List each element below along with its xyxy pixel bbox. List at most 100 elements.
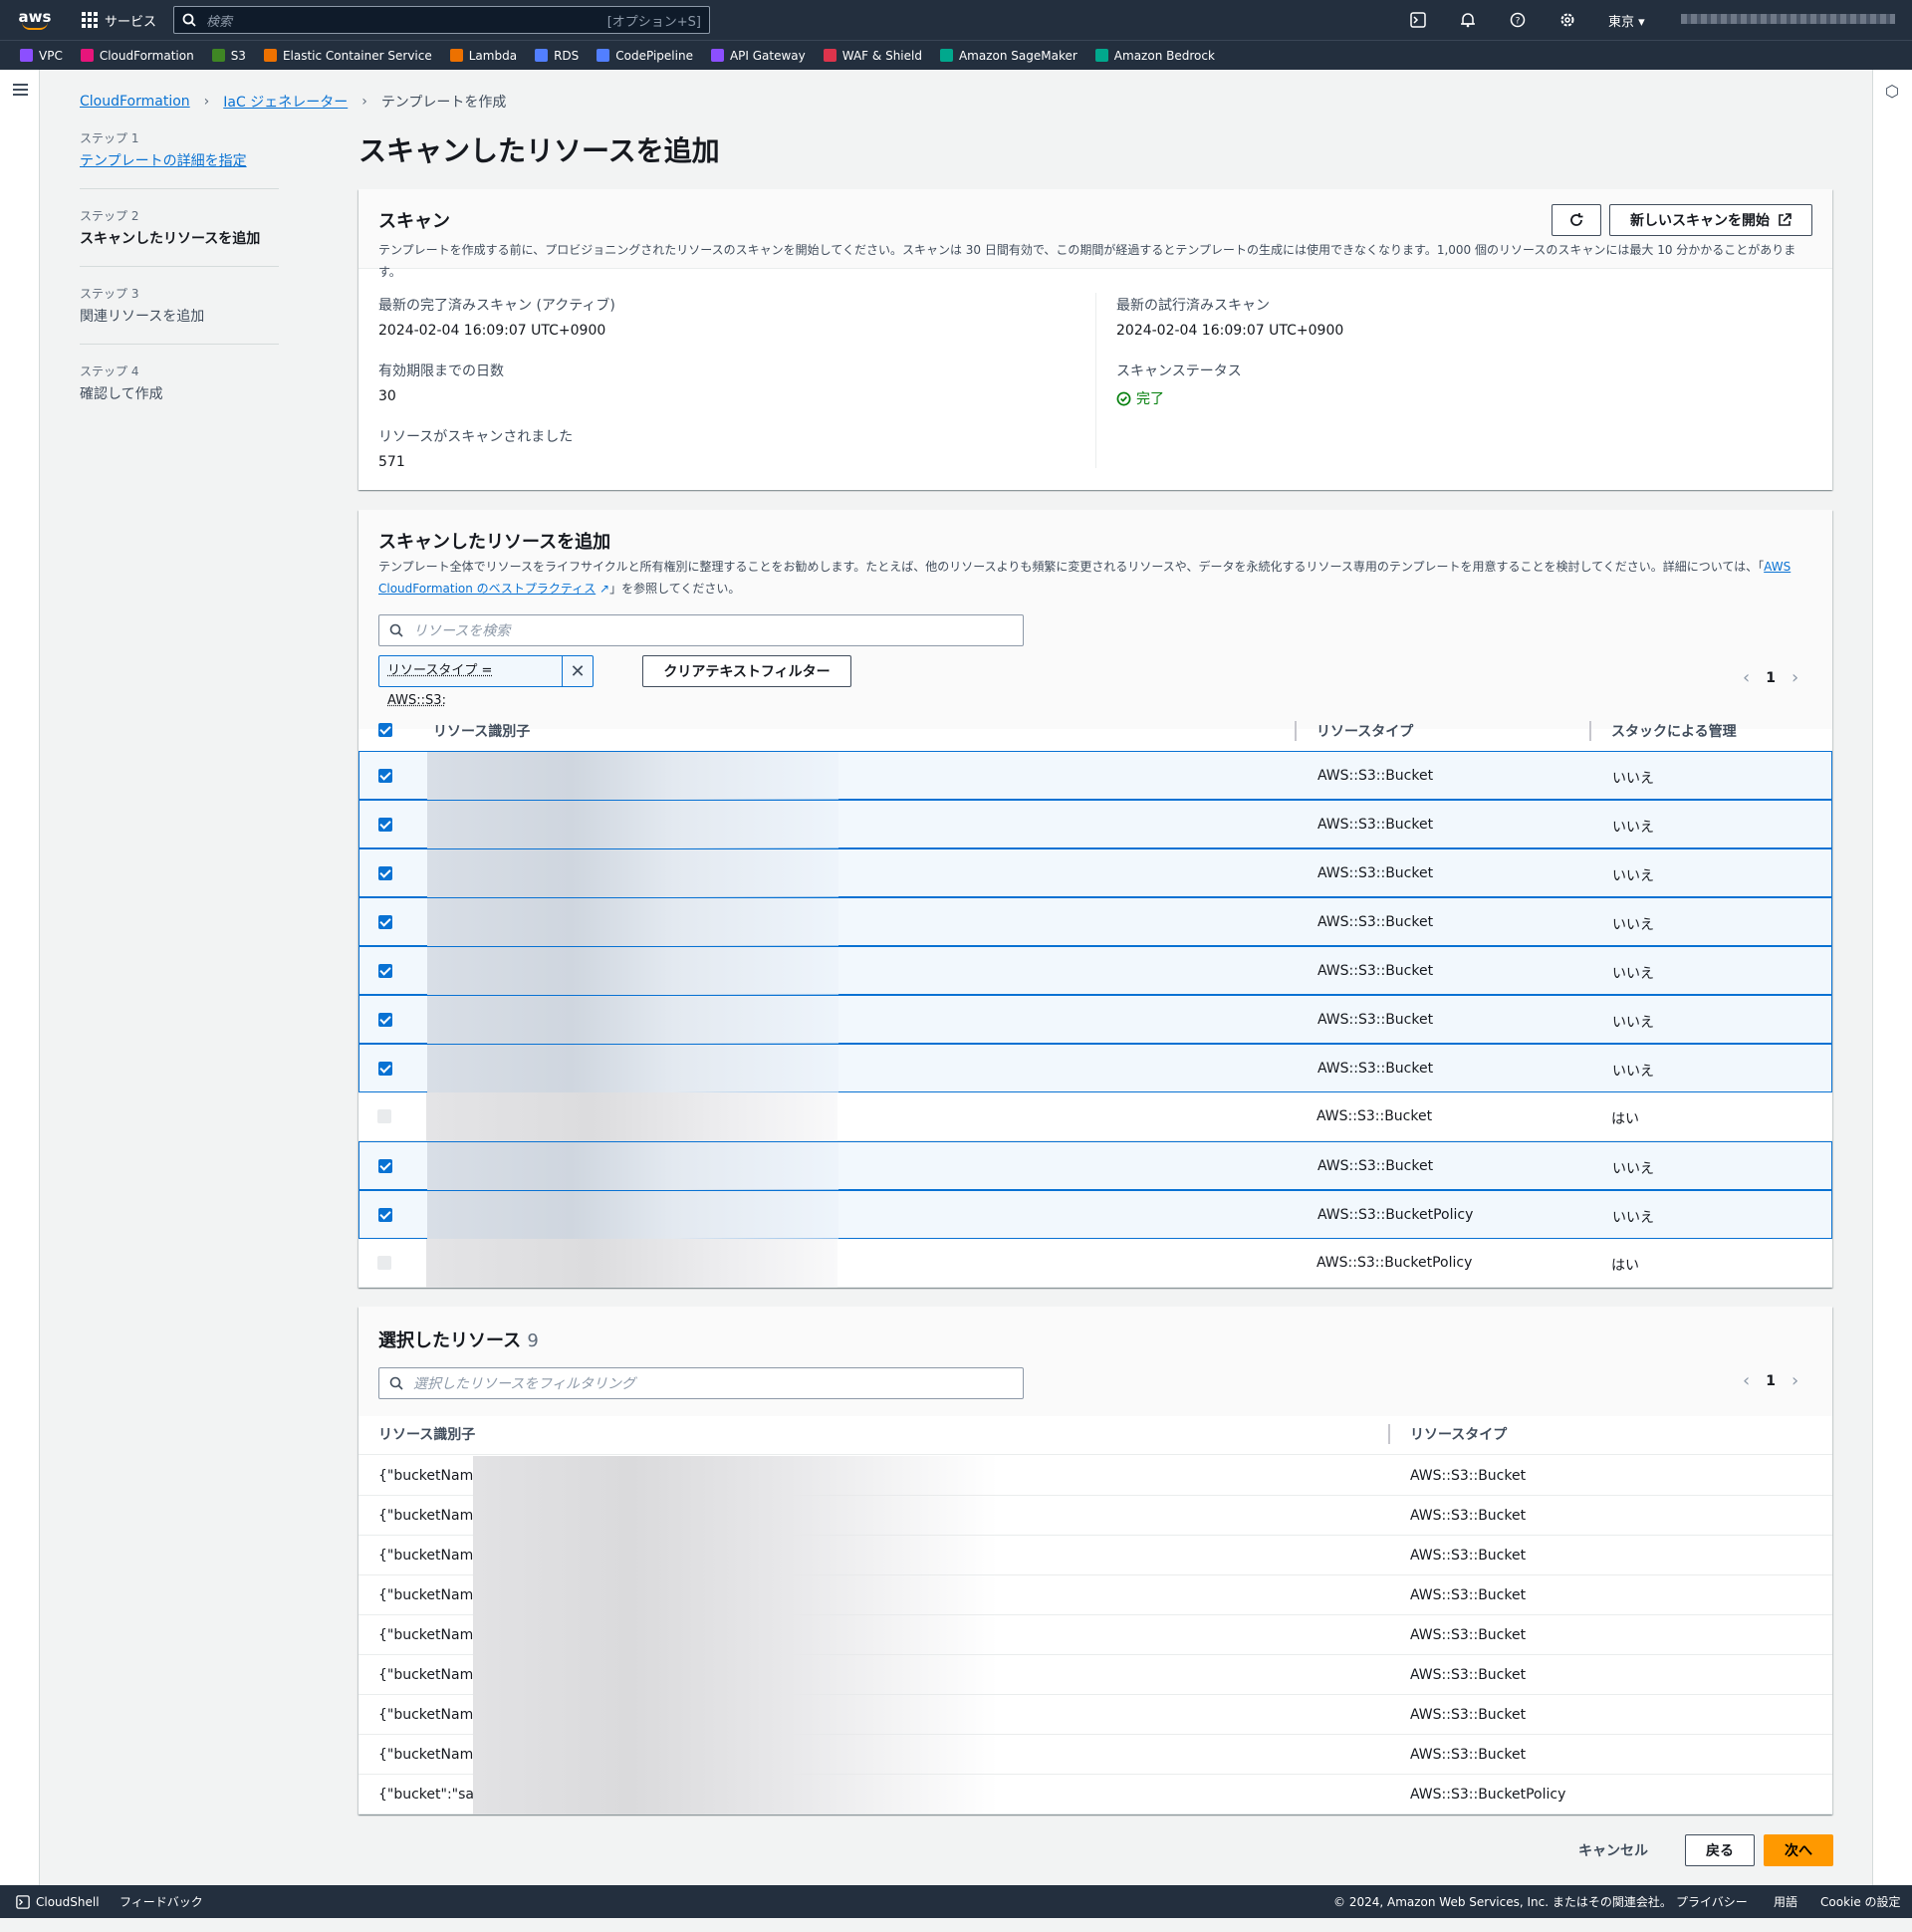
table-row[interactable]: AWS::S3::Bucket いいえ (358, 946, 1832, 996)
table-row[interactable]: AWS::S3::Bucket いいえ (358, 751, 1832, 801)
column-header[interactable]: リソースタイプ (1316, 721, 1413, 741)
favorite-amazon-bedrock[interactable]: Amazon Bedrock (1094, 49, 1215, 63)
services-menu[interactable]: サービス (82, 11, 156, 30)
column-header[interactable]: スタックによる管理 (1611, 721, 1737, 741)
menu-icon[interactable] (13, 84, 28, 99)
row-checkbox[interactable] (378, 769, 392, 783)
resource-search-input[interactable]: リソースを検索 (378, 614, 1024, 646)
breadcrumb: CloudFormation › IaC ジェネレーター › テンプレートを作成 (80, 92, 506, 112)
selected-filter-input[interactable]: 選択したリソースをフィルタリング (378, 1367, 1024, 1399)
table-row[interactable]: AWS::S3::Bucket いいえ (358, 897, 1832, 947)
column-header[interactable]: リソース識別子 (378, 1424, 475, 1444)
help-icon[interactable]: ? (1508, 10, 1528, 30)
right-rail: ⬡ (1872, 70, 1912, 1885)
favorite-label: API Gateway (729, 48, 806, 63)
table-row[interactable]: AWS::S3::Bucket いいえ (358, 995, 1832, 1045)
row-checkbox[interactable] (378, 915, 392, 929)
search-placeholder: リソースを検索 (413, 623, 511, 639)
table-row[interactable]: AWS::S3::Bucket いいえ (358, 1044, 1832, 1093)
redacted-identifier (473, 1735, 998, 1775)
next-button[interactable]: 次へ (1764, 1834, 1833, 1866)
privacy-link[interactable]: プライバシー (1676, 1893, 1748, 1910)
redacted-identifier (473, 1456, 998, 1496)
favorite-api-gateway[interactable]: API Gateway (710, 48, 806, 63)
chevron-right-icon[interactable]: › (1792, 1370, 1798, 1391)
favorite-vpc[interactable]: VPC (20, 49, 63, 63)
table-row[interactable]: AWS::S3::BucketPolicy いいえ (358, 1190, 1832, 1240)
favorite-lambda[interactable]: Lambda (449, 49, 517, 63)
row-checkbox[interactable] (378, 1062, 392, 1076)
cloudshell-icon[interactable] (1408, 10, 1428, 30)
row-checkbox[interactable] (378, 964, 392, 978)
redacted-identifier (427, 752, 838, 801)
service-icon (823, 49, 836, 62)
select-all-checkbox[interactable] (378, 723, 392, 737)
filter-token-label[interactable]: リソースタイプ = AWS::S3: (379, 656, 563, 708)
managed-by-stack: いいえ (1612, 868, 1654, 884)
chevron-right-icon[interactable]: › (1792, 667, 1798, 688)
service-icon (80, 49, 94, 62)
grid-icon (82, 12, 98, 28)
resource-type: AWS::S3::Bucket (1410, 1548, 1527, 1564)
kv-value: 2024-02-04 16:09:07 UTC+0900 (378, 323, 606, 339)
favorite-rds[interactable]: RDS (535, 49, 579, 63)
table-row[interactable]: AWS::S3::Bucket いいえ (358, 800, 1832, 849)
redacted-identifier (426, 1092, 837, 1141)
favorite-elastic-container-service[interactable]: Elastic Container Service (263, 49, 432, 63)
table-row[interactable]: AWS::S3::Bucket はい (358, 1092, 1832, 1141)
best-practices-link[interactable]: CloudFormation のベストプラクティス (378, 582, 596, 596)
column-header[interactable]: リソース識別子 (433, 721, 530, 741)
redacted-identifier (427, 898, 838, 947)
hexagon-icon[interactable]: ⬡ (1885, 82, 1899, 101)
global-search[interactable]: 検索 [オプション+S] (173, 6, 710, 34)
clear-filter-button[interactable]: クリアテキストフィルター (642, 655, 851, 687)
favorite-s3[interactable]: S3 (211, 49, 246, 63)
cookie-settings-link[interactable]: Cookie の設定 (1820, 1893, 1901, 1910)
cancel-button[interactable]: キャンセル (1573, 1834, 1653, 1866)
table-row[interactable]: AWS::S3::Bucket いいえ (358, 1141, 1832, 1191)
feedback-link[interactable]: フィードバック (120, 1893, 203, 1910)
bell-icon[interactable] (1458, 10, 1478, 30)
aws-logo[interactable]: aws (18, 10, 52, 30)
favorite-waf-shield[interactable]: WAF & Shield (823, 49, 922, 63)
best-practices-link[interactable]: AWS (1764, 560, 1791, 574)
page-number[interactable]: 1 (1766, 1373, 1776, 1389)
favorite-amazon-sagemaker[interactable]: Amazon SageMaker (939, 49, 1077, 63)
managed-by-stack: いいえ (1612, 1210, 1654, 1226)
breadcrumb-cloudformation[interactable]: CloudFormation (80, 94, 190, 110)
chevron-left-icon[interactable]: ‹ (1743, 667, 1750, 688)
resource-type: AWS::S3::Bucket (1410, 1667, 1527, 1683)
favorite-codepipeline[interactable]: CodePipeline (597, 49, 693, 63)
row-checkbox[interactable] (378, 866, 392, 880)
page-number[interactable]: 1 (1766, 670, 1776, 686)
row-checkbox[interactable] (378, 1013, 392, 1027)
terms-link[interactable]: 用語 (1774, 1893, 1797, 1910)
favorite-cloudformation[interactable]: CloudFormation (80, 49, 194, 63)
row-checkbox[interactable] (378, 1208, 392, 1222)
resource-type: AWS::S3::Bucket (1317, 1012, 1434, 1028)
row-checkbox[interactable] (378, 1159, 392, 1173)
resource-identifier: {"bucketName" (378, 1508, 489, 1524)
table-row: {"bucketName" AWS::S3::Bucket (358, 1695, 1832, 1735)
table-row[interactable]: AWS::S3::Bucket いいえ (358, 848, 1832, 898)
chevron-left-icon[interactable]: ‹ (1743, 1370, 1750, 1391)
close-icon[interactable]: ✕ (563, 661, 593, 682)
region-selector[interactable]: 東京 ▾ (1608, 11, 1645, 30)
cloudshell-button[interactable]: CloudShell (16, 1895, 100, 1909)
step-1-link[interactable]: テンプレートの詳細を指定 (80, 153, 247, 169)
refresh-button[interactable] (1552, 204, 1601, 236)
row-checkbox[interactable] (378, 818, 392, 832)
search-placeholder: 検索 (206, 14, 233, 30)
back-button[interactable]: 戻る (1685, 1834, 1755, 1866)
column-header[interactable]: リソースタイプ (1410, 1424, 1507, 1444)
desc-text: テンプレート全体でリソースをライフサイクルと所有権別に整理することをお勧めします… (378, 560, 1765, 574)
new-scan-button[interactable]: 新しいスキャンを開始 (1609, 204, 1812, 236)
table-row[interactable]: AWS::S3::BucketPolicy はい (358, 1239, 1832, 1288)
favorite-label: VPC (39, 48, 63, 63)
redacted-identifier (473, 1496, 998, 1536)
gear-icon[interactable] (1557, 10, 1577, 30)
account-menu-redacted[interactable] (1681, 14, 1895, 24)
add-scanned-resources-panel: スキャンしたリソースを追加 テンプレート全体でリソースをライフサイクルと所有権別… (358, 510, 1832, 1288)
service-icon (597, 49, 610, 62)
breadcrumb-iac-generator[interactable]: IaC ジェネレーター (223, 92, 348, 112)
